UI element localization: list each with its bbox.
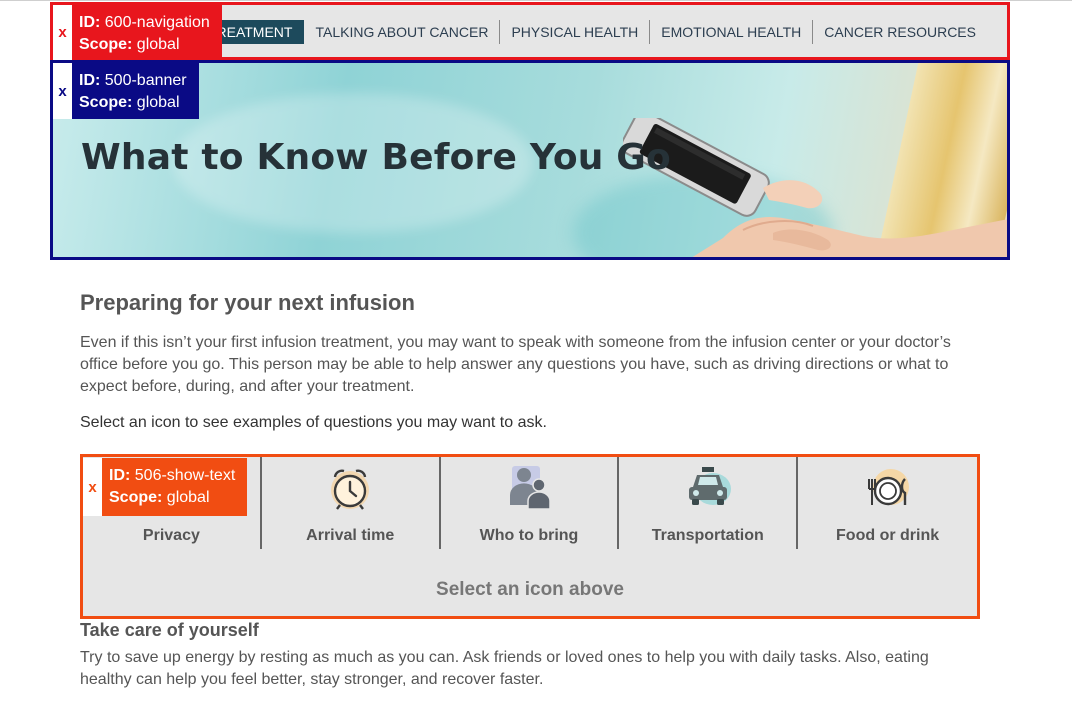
icon-option-label: Transportation — [651, 527, 764, 544]
section-heading: Preparing for your next infusion — [80, 290, 415, 315]
close-banner-label-button[interactable]: x — [53, 63, 72, 119]
scope-label: Scope: — [79, 94, 133, 111]
show-text-label-body: ID: 506-show-text Scope: global — [102, 458, 247, 516]
nav-item-cancer-resources[interactable]: CANCER RESOURCES — [812, 20, 987, 44]
icon-option-label: Privacy — [142, 527, 200, 544]
icon-option-label: Who to bring — [479, 527, 579, 544]
intro-paragraph: Even if this isn’t your first infusion t… — [80, 334, 951, 395]
hand-phone-image — [623, 118, 1007, 257]
nav-item-physical-health[interactable]: PHYSICAL HEALTH — [499, 20, 649, 44]
close-nav-label-button[interactable]: x — [53, 5, 72, 60]
id-value: 506-show-text — [134, 467, 236, 484]
nav-item-talking-about-cancer[interactable]: TALKING ABOUT CANCER — [304, 20, 499, 44]
id-value: 500-banner — [104, 72, 187, 89]
self-care-section: Take care of yourself Try to save up ene… — [80, 620, 980, 691]
id-label: ID: — [79, 72, 101, 89]
nav-component-label: x ID: 600-navigation Scope: global — [53, 5, 222, 60]
scope-value: global — [136, 94, 180, 111]
people-icon — [509, 466, 551, 510]
nav-label-body: ID: 600-navigation Scope: global — [72, 5, 222, 60]
nav-item-emotional-health[interactable]: EMOTIONAL HEALTH — [649, 20, 812, 44]
car-icon — [688, 467, 731, 505]
icon-option-label: Food or drink — [836, 527, 940, 544]
banner-title: What to Know Before You Go — [81, 137, 671, 178]
id-value: 600-navigation — [104, 14, 210, 31]
alarm-clock-icon — [331, 469, 370, 510]
scope-value: global — [136, 36, 180, 53]
scope-value: global — [166, 489, 210, 506]
infusion-section: Preparing for your next infusion Even if… — [80, 290, 980, 432]
scope-label: Scope: — [109, 489, 163, 506]
banner-component-label: x ID: 500-banner Scope: global — [53, 63, 199, 119]
selection-prompt: Select an icon above — [436, 579, 624, 600]
self-care-heading: Take care of yourself — [80, 620, 259, 640]
icon-option-label: Arrival time — [306, 527, 395, 544]
id-label: ID: — [79, 14, 101, 31]
plate-utensils-icon — [867, 469, 909, 506]
scope-label: Scope: — [79, 36, 133, 53]
nav-items: TREATMENT TALKING ABOUT CANCER PHYSICAL … — [195, 20, 987, 44]
icon-option-arrival-time[interactable]: Arrival time — [262, 457, 441, 549]
self-care-paragraph: Try to save up energy by resting as much… — [80, 649, 929, 688]
icon-option-who-to-bring[interactable]: Who to bring — [441, 457, 620, 549]
top-divider — [0, 0, 1072, 1]
banner-label-body: ID: 500-banner Scope: global — [72, 63, 199, 119]
show-text-component-label: x ID: 506-show-text Scope: global — [83, 458, 248, 516]
icon-option-transportation[interactable]: Transportation — [619, 457, 799, 549]
id-label: ID: — [109, 467, 131, 484]
instruction-text: Select an icon to see examples of questi… — [80, 414, 547, 431]
icon-option-food-or-drink[interactable]: Food or drink — [798, 457, 977, 549]
close-show-text-label-button[interactable]: x — [83, 458, 102, 516]
